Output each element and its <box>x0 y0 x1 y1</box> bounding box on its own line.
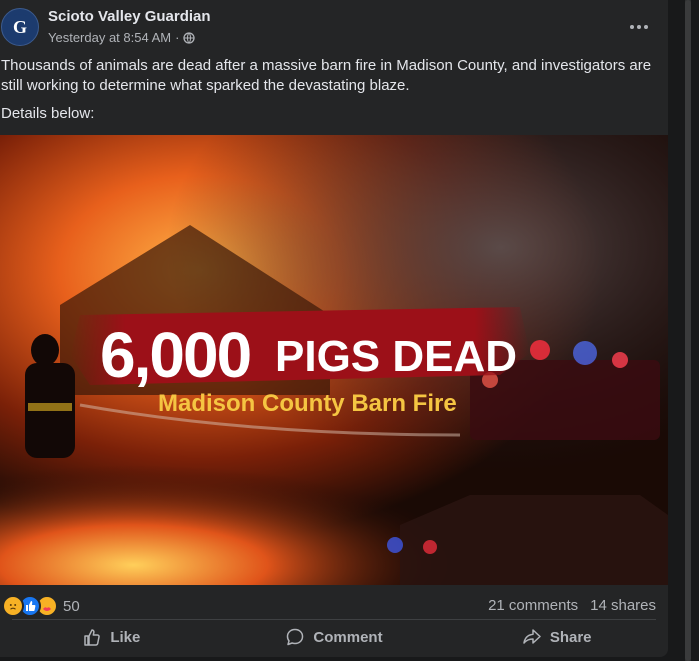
like-label: Like <box>110 628 141 646</box>
page-avatar[interactable]: G <box>1 8 39 46</box>
meta-separator: · <box>175 30 180 45</box>
shares-count[interactable]: 14 shares <box>590 597 656 614</box>
reaction-count[interactable]: 50 <box>63 598 80 615</box>
more-horizontal-icon[interactable] <box>622 10 656 44</box>
barn-roof-silhouette <box>400 495 668 585</box>
thumbs-up-icon <box>82 627 102 647</box>
sad-reaction-icon <box>2 595 24 617</box>
post-text: Thousands of animals are dead after a ma… <box>1 56 661 132</box>
scrollbar[interactable] <box>685 0 691 661</box>
reactions-summary[interactable]: 50 <box>2 595 80 617</box>
engagement-counts: 21 comments 14 shares <box>488 597 656 614</box>
globe-icon[interactable] <box>183 31 196 44</box>
post-card: G Scioto Valley Guardian Yesterday at 8:… <box>0 0 668 657</box>
svg-text:G: G <box>13 17 27 37</box>
firefighter-silhouette <box>31 334 59 366</box>
comment-button[interactable]: Comment <box>223 622 446 652</box>
share-label: Share <box>549 628 592 646</box>
post-stats: 50 21 comments 14 shares <box>0 591 668 619</box>
comment-bubble-icon <box>285 627 305 647</box>
headline-words: PIGS DEAD <box>275 332 517 381</box>
actions-divider <box>12 619 656 620</box>
post-actions: Like Comment Share <box>0 622 668 652</box>
post-timestamp[interactable]: Yesterday at 8:54 AM <box>48 30 171 45</box>
like-button[interactable]: Like <box>0 622 223 652</box>
post-text-details: Details below: <box>1 105 95 122</box>
post-text-paragraph: Thousands of animals are dead after a ma… <box>1 57 652 94</box>
headline-number: 6,000 <box>100 319 250 391</box>
comments-count[interactable]: 21 comments <box>488 597 578 614</box>
subheadline: Madison County Barn Fire <box>158 390 457 417</box>
post-header: G Scioto Valley Guardian Yesterday at 8:… <box>0 6 668 48</box>
share-arrow-icon <box>522 627 542 647</box>
share-button[interactable]: Share <box>445 622 668 652</box>
post-image[interactable]: 6,000 PIGS DEAD Madison County Barn Fire <box>0 135 668 585</box>
page-name-link[interactable]: Scioto Valley Guardian <box>48 8 211 25</box>
scrollbar-thumb[interactable] <box>685 0 691 661</box>
post-meta: Yesterday at 8:54 AM · <box>48 30 196 45</box>
comment-label: Comment <box>313 628 383 646</box>
logo-g-icon: G <box>7 14 33 40</box>
